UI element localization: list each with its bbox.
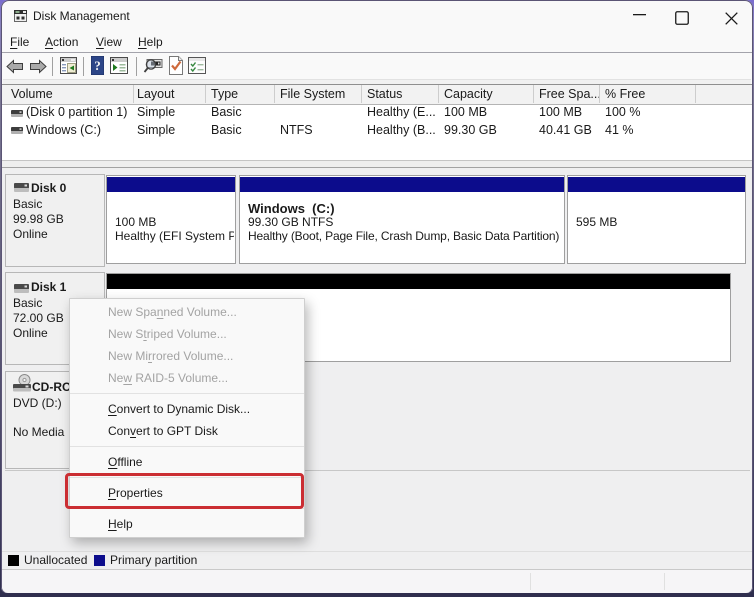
svg-text:?: ? bbox=[94, 58, 101, 73]
